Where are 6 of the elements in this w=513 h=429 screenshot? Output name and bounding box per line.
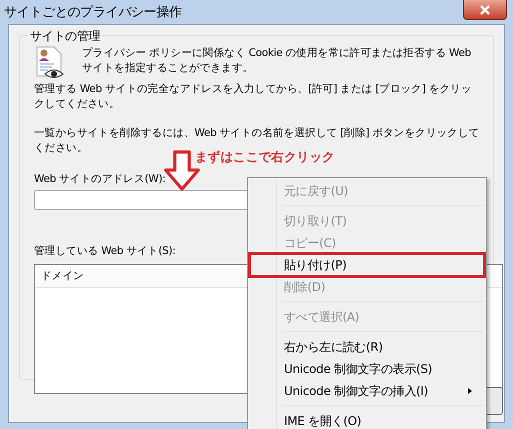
managed-sites-label: 管理している Web サイト(S): — [34, 244, 177, 258]
intro-text: プライバシー ポリシーに関係なく Cookie の使用を常に許可または拒否する Web サイトを指定することができます。 — [82, 46, 472, 76]
group-title: サイトの管理 — [28, 28, 102, 45]
address-label: Web サイトのアドレス(W): — [34, 172, 167, 186]
instruction-text: 管理する Web サイトの完全なアドレスを入力してから、[許可] または [ブロック] をクリックしてください。 — [34, 82, 473, 112]
window-title: サイトごとのプライバシー操作 — [4, 4, 182, 21]
